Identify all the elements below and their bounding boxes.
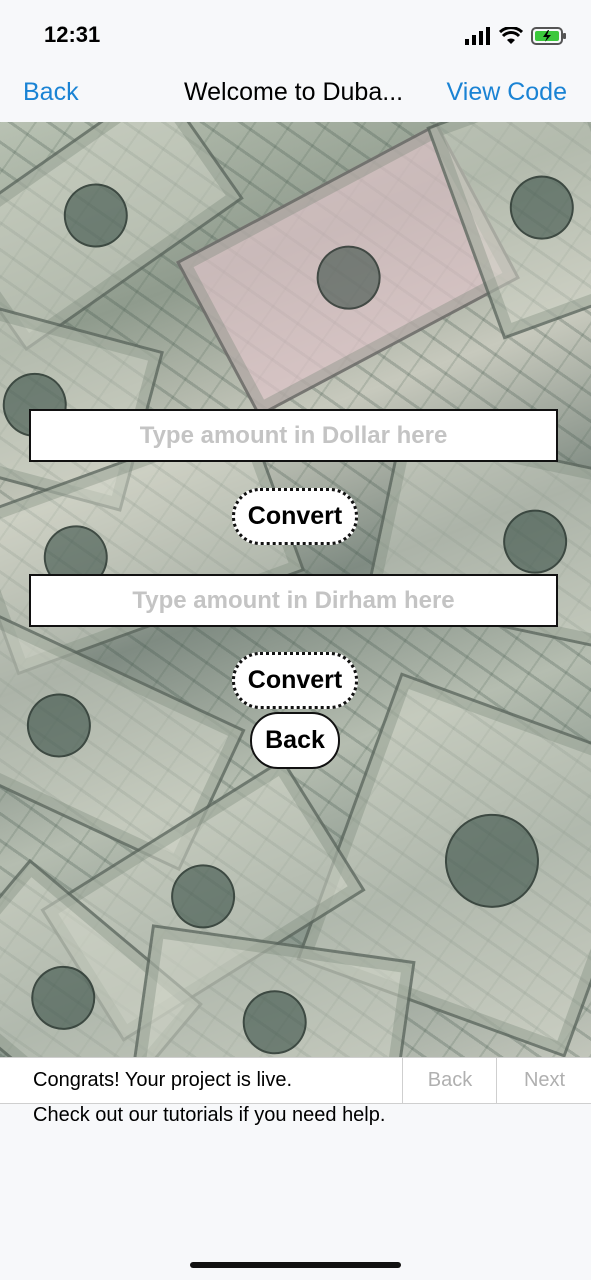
wifi-icon xyxy=(499,27,523,44)
dollar-amount-input[interactable] xyxy=(31,410,556,461)
status-icons xyxy=(465,24,567,48)
signal-icon xyxy=(465,27,490,45)
dirham-input-field[interactable] xyxy=(29,574,558,627)
bottom-back-button[interactable]: Back xyxy=(402,1058,497,1103)
convert-dirham-button[interactable]: Convert xyxy=(232,652,358,709)
dollar-input-field[interactable] xyxy=(29,409,558,462)
status-time: 12:31 xyxy=(44,22,101,47)
help-text: Check out our tutorials if you need help… xyxy=(33,1104,386,1126)
navigation-bar: Back Welcome to Duba... View Code xyxy=(0,62,591,122)
battery-icon xyxy=(531,27,566,45)
view-code-button[interactable]: View Code xyxy=(447,78,567,107)
dirham-amount-input[interactable] xyxy=(31,575,556,626)
nav-back-button[interactable]: Back xyxy=(23,78,79,107)
status-bar: 12:31 xyxy=(0,0,591,62)
bottom-next-button[interactable]: Next xyxy=(496,1058,591,1103)
convert-dollar-button[interactable]: Convert xyxy=(232,488,358,545)
bottom-bar: Congrats! Your project is live. Back Nex… xyxy=(0,1057,591,1104)
home-indicator[interactable] xyxy=(190,1262,401,1268)
back-button[interactable]: Back xyxy=(250,712,340,769)
nav-title: Welcome to Duba... xyxy=(184,78,404,106)
live-message: Congrats! Your project is live. xyxy=(33,1069,293,1091)
